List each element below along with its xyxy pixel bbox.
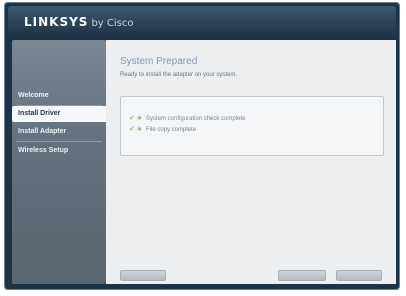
- sidebar-item-install-adapter[interactable]: Install Adapter: [12, 124, 106, 140]
- next-button[interactable]: [336, 270, 382, 281]
- installer-window: LINKSYS by Cisco Welcome Install Driver I…: [4, 2, 400, 290]
- sidebar: Welcome Install Driver Install Adapter W…: [12, 40, 106, 284]
- page-title: System Prepared: [120, 56, 198, 67]
- check-icon: ✓: [129, 126, 135, 133]
- sidebar-item-wireless-setup[interactable]: Wireless Setup: [12, 143, 106, 159]
- sidebar-divider: [16, 141, 102, 142]
- status-item-text: File copy complete: [146, 127, 197, 133]
- sidebar-item-welcome[interactable]: Welcome: [12, 88, 106, 104]
- logo-text: LINKSYS: [24, 15, 89, 29]
- bullet-icon: ✱: [137, 127, 143, 133]
- status-panel: ✓ ✱ System configuration check complete ✓ ✱…: [120, 96, 384, 156]
- status-item: ✓ ✱ System configuration check complete: [129, 111, 245, 122]
- status-item: ✓ ✱ File copy complete: [129, 122, 197, 133]
- exit-button[interactable]: [278, 270, 326, 281]
- logo-sub: by Cisco: [91, 18, 134, 29]
- sidebar-item-install-driver[interactable]: Install Driver: [12, 106, 106, 122]
- content-area: System Prepared Ready to install the ada…: [106, 40, 396, 284]
- header-bar: LINKSYS by Cisco: [8, 6, 396, 36]
- back-button[interactable]: [120, 270, 166, 281]
- linksys-logo: LINKSYS by Cisco: [24, 15, 133, 29]
- page-subtitle: Ready to install the adapter on your sys…: [120, 72, 238, 78]
